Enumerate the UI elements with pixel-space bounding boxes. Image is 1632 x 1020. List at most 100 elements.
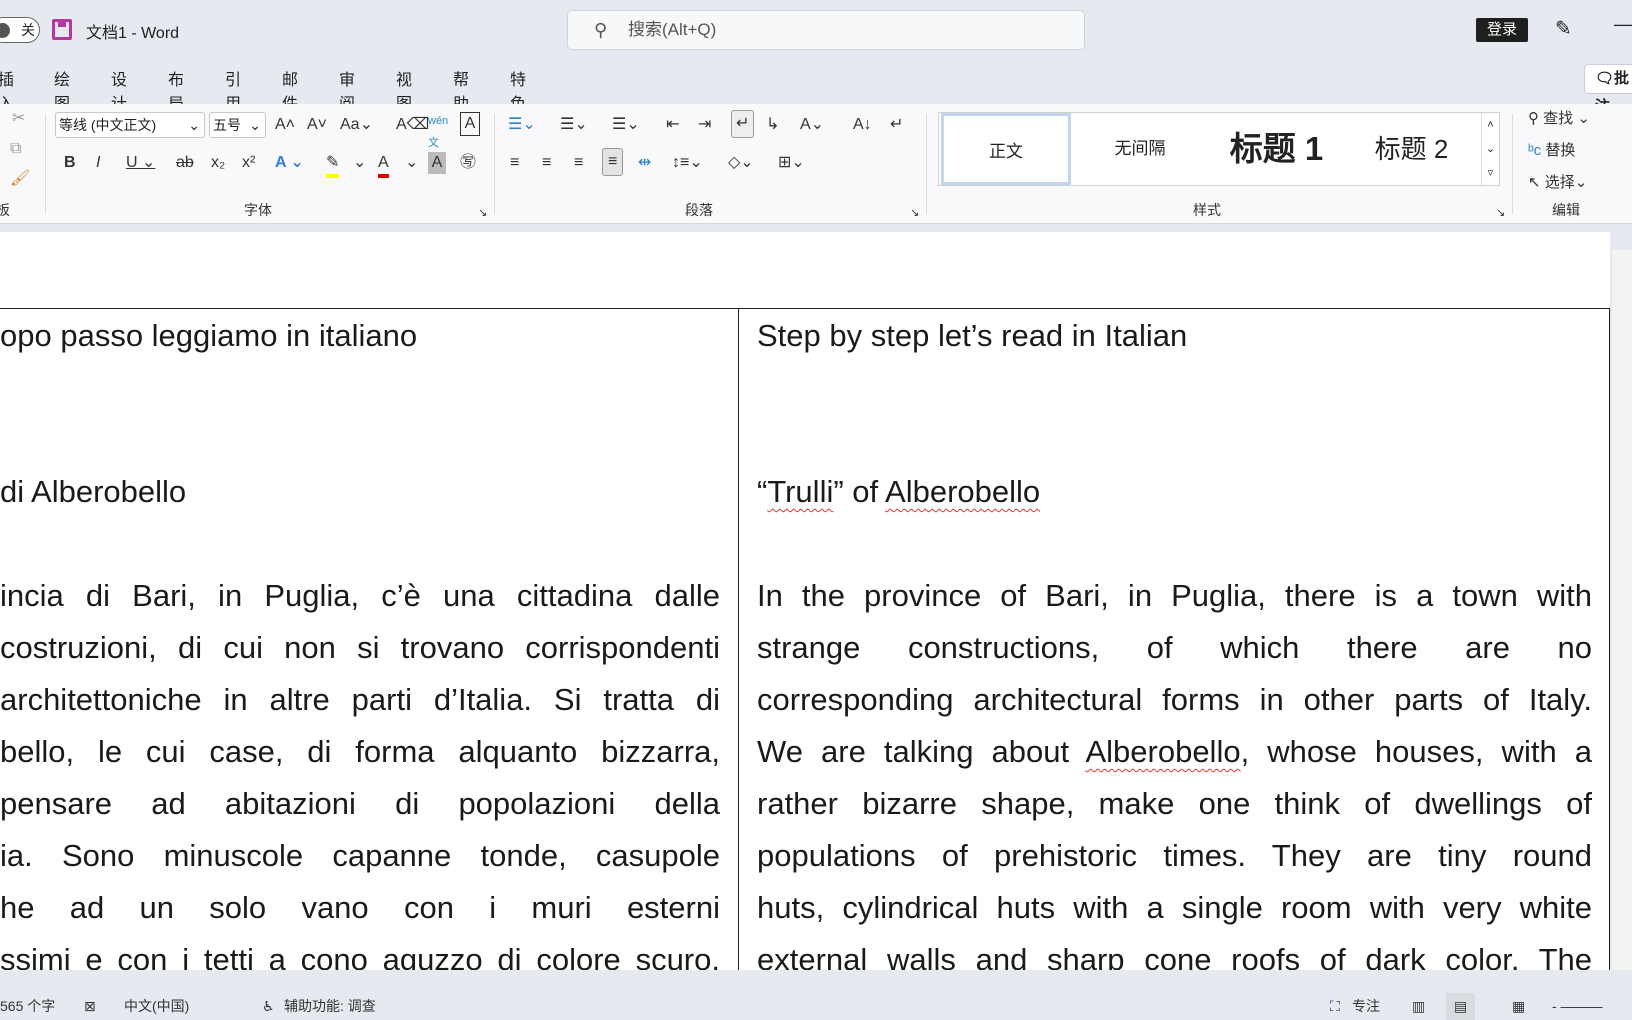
style-heading-1[interactable]: 标题 1 [1209, 113, 1344, 185]
search-box[interactable]: ⚲ 搜索(Alt+Q) [567, 10, 1085, 50]
proofing-icon[interactable]: ⊠ [84, 993, 96, 1020]
zoom-slider[interactable]: - ——— [1552, 993, 1603, 1020]
select-button[interactable]: ↖ 选择⌄ [1528, 172, 1587, 194]
underline-icon[interactable]: U ⌄ [126, 152, 155, 174]
align-center-icon[interactable]: ≡ [542, 152, 551, 174]
left-line: ia. Sono minuscole capanne tonde, casupo… [0, 838, 720, 873]
minimize-button[interactable]: — [1614, 14, 1632, 35]
shading-icon[interactable]: ◇⌄ [728, 152, 754, 174]
align-right-icon[interactable]: ≡ [574, 152, 583, 174]
borders-icon[interactable]: ⊞⌄ [778, 152, 805, 174]
align-left-icon[interactable]: ≡ [510, 152, 519, 174]
right-line: huts, cylindrical huts with a single roo… [757, 890, 1592, 925]
left-title: di Alberobello [0, 474, 187, 509]
sort-icon[interactable]: A↓ [853, 114, 872, 136]
strikethrough-icon[interactable]: ab [176, 152, 194, 174]
styles-scroll[interactable]: ˄ ⌄ ▿ [1481, 113, 1499, 185]
group-editing: 编辑 [1552, 202, 1580, 218]
show-marks-icon[interactable]: ↵ [890, 114, 903, 136]
left-line: ssimi e con i tetti a cono aguzzo di col… [0, 942, 720, 970]
shrink-font-icon[interactable]: A˅ [307, 114, 327, 136]
clear-formatting-icon[interactable]: A⌫ [396, 114, 429, 136]
decrease-indent-icon[interactable]: ⇤ [666, 114, 679, 136]
right-title: “Trulli” of Alberobello [757, 474, 1041, 509]
language[interactable]: 中文(中国) [124, 993, 189, 1020]
asian-layout-icon[interactable]: A⌄ [800, 114, 824, 136]
status-bar: 565 个字 ⊠ 中文(中国) ♿ 辅助功能: 调查 ⛶ 专注 ▥ ▤ ▦ - … [0, 993, 1632, 1020]
select-label: 选择 [1544, 174, 1575, 191]
style-no-spacing[interactable]: 无间隔 [1075, 113, 1205, 185]
bold-icon[interactable]: B [64, 152, 76, 174]
accessibility-icon[interactable]: ♿ [262, 993, 275, 1020]
format-painter-icon[interactable]: 🖌 [10, 168, 30, 190]
group-font: 字体 [244, 202, 272, 218]
left-line: incia di Bari, in Puglia, c’è una cittad… [0, 578, 720, 613]
right-heading: Step by step let’s read in Italian [757, 318, 1188, 353]
focus-icon[interactable]: ⛶ [1330, 993, 1340, 1020]
enclose-character-icon[interactable]: ㊢ [460, 152, 476, 174]
word-count[interactable]: 565 个字 [0, 993, 55, 1020]
style-heading-2[interactable]: 标题 2 [1344, 113, 1479, 185]
increase-indent-icon[interactable]: ⇥ [698, 114, 711, 136]
save-icon[interactable] [52, 19, 72, 40]
font-name: 等线 (中文正文) [59, 117, 157, 133]
search-icon: ⚲ [594, 20, 608, 40]
change-case-icon[interactable]: Aa⌄ [340, 114, 373, 136]
left-heading: opo passo leggiamo in italiano [0, 318, 418, 353]
italic-icon[interactable]: I [96, 152, 100, 174]
font-dialog-launcher-icon[interactable]: ↘ [478, 202, 487, 224]
chevron-down-icon: ⌄ [188, 117, 200, 133]
font-name-select[interactable]: 等线 (中文正文) ⌄ [55, 112, 205, 138]
find-label: 查找 [1543, 110, 1574, 127]
rtl-icon[interactable]: ↳ [766, 114, 779, 136]
font-size: 五号 [213, 117, 241, 133]
cursor-icon: ↖ [1528, 174, 1541, 191]
distributed-icon[interactable]: ⇹ [638, 152, 651, 174]
replace-button[interactable]: ᵇc 替换 [1528, 140, 1575, 162]
multilevel-list-icon[interactable]: ☰⌄ [612, 114, 640, 136]
document-page[interactable]: opo passo leggiamo in italiano di Albero… [0, 232, 1610, 970]
right-line: corresponding architectural forms in oth… [757, 682, 1592, 717]
bullets-icon[interactable]: ☰⌄ [508, 114, 536, 136]
style-normal[interactable]: 正文 [941, 113, 1071, 185]
right-line: rather bizarre shape, make one think of … [757, 786, 1592, 821]
highlight-icon[interactable]: ✎ [326, 152, 340, 178]
copy-icon[interactable]: ⧉ [10, 138, 21, 160]
read-mode-icon[interactable]: ▥ [1412, 993, 1425, 1020]
paragraph-dialog-launcher-icon[interactable]: ↘ [910, 202, 919, 224]
grow-font-icon[interactable]: A˄ [275, 114, 295, 136]
search-placeholder: 搜索(Alt+Q) [628, 20, 717, 39]
chevron-down-icon[interactable]: ⌄ [405, 152, 418, 174]
right-line: strange constructions, of which there ar… [757, 630, 1592, 665]
find-button[interactable]: ⚲ 查找 ⌄ [1528, 108, 1590, 130]
accessibility-status[interactable]: 辅助功能: 调查 [284, 993, 376, 1020]
justify-icon[interactable]: ≡ [602, 148, 624, 176]
vertical-scrollbar[interactable] [1612, 250, 1632, 970]
search-icon: ⚲ [1528, 110, 1539, 127]
font-size-select[interactable]: 五号 ⌄ [209, 112, 266, 138]
autosave-toggle[interactable]: 关 [0, 17, 40, 43]
ribbon: ✂ ⧉ 🖌 板 等线 (中文正文) ⌄ 五号 ⌄ A˄ A˅ Aa⌄ A⌫ wén 文… [0, 104, 1632, 224]
replace-label: 替换 [1545, 142, 1576, 159]
phonetic-guide-icon[interactable]: wén 文 [428, 110, 448, 154]
focus-button[interactable]: 专注 [1352, 993, 1380, 1020]
right-line: In the province of Bari, in Puglia, ther… [757, 578, 1592, 613]
cut-icon[interactable]: ✂ [12, 108, 25, 130]
ltr-icon[interactable]: ↵ [731, 110, 755, 138]
subscript-icon[interactable]: x₂ [211, 152, 225, 174]
font-color-icon[interactable]: A [378, 152, 389, 178]
designer-pen-icon[interactable]: ✎ [1555, 16, 1572, 41]
styles-dialog-launcher-icon[interactable]: ↘ [1496, 202, 1505, 224]
chevron-down-icon[interactable]: ⌄ [353, 152, 366, 174]
line-spacing-icon[interactable]: ↕≡⌄ [672, 152, 703, 174]
left-line: architettoniche in altre parti d’Italia.… [0, 682, 720, 717]
numbering-icon[interactable]: ☰⌄ [560, 114, 588, 136]
print-layout-icon[interactable]: ▤ [1446, 993, 1476, 1020]
superscript-icon[interactable]: x² [242, 152, 255, 174]
text-effects-icon[interactable]: A ⌄ [275, 152, 304, 174]
character-shading-icon[interactable]: A [428, 152, 446, 174]
character-border-icon[interactable]: A [460, 112, 480, 136]
web-layout-icon[interactable]: ▦ [1512, 993, 1525, 1020]
comment-button[interactable]: 🗨批注 [1584, 64, 1632, 115]
login-button[interactable]: 登录 [1476, 18, 1528, 42]
